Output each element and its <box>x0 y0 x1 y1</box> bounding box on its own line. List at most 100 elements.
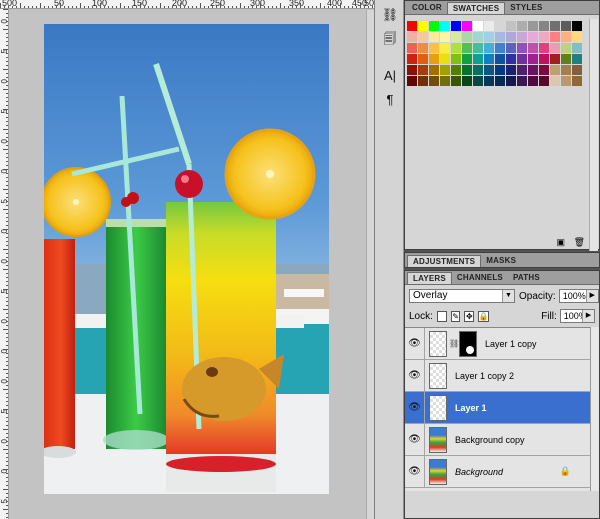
color-swatch[interactable] <box>561 54 571 64</box>
color-swatch[interactable] <box>418 76 428 86</box>
color-swatch[interactable] <box>440 32 450 42</box>
color-swatch[interactable] <box>418 43 428 53</box>
color-swatch[interactable] <box>407 54 417 64</box>
layers-scrollbar[interactable] <box>590 327 599 491</box>
color-swatch[interactable] <box>495 21 505 31</box>
lock-position-icon[interactable]: ✥ <box>464 310 475 322</box>
layer-name[interactable]: Background <box>455 467 503 477</box>
tab-color[interactable]: COLOR <box>407 2 447 14</box>
color-swatch[interactable] <box>550 54 560 64</box>
color-swatch[interactable] <box>407 32 417 42</box>
layer-name[interactable]: Layer 1 copy 2 <box>455 371 514 381</box>
color-swatch[interactable] <box>440 65 450 75</box>
color-swatch[interactable] <box>418 21 428 31</box>
color-swatch[interactable] <box>407 76 417 86</box>
color-swatch[interactable] <box>528 54 538 64</box>
color-swatch[interactable] <box>561 21 571 31</box>
color-swatch[interactable] <box>484 54 494 64</box>
color-swatch[interactable] <box>517 32 527 42</box>
document-image[interactable] <box>44 24 329 494</box>
color-swatch[interactable] <box>495 43 505 53</box>
color-swatch[interactable] <box>539 43 549 53</box>
document-canvas-area[interactable]: 50050100150200250300350400450500 0505005… <box>0 0 374 519</box>
color-swatch[interactable] <box>462 21 472 31</box>
color-swatch[interactable] <box>572 32 582 42</box>
color-swatch[interactable] <box>462 76 472 86</box>
color-swatch[interactable] <box>451 76 461 86</box>
visibility-eye-icon[interactable]: 👁 <box>405 391 425 424</box>
color-swatch[interactable] <box>539 21 549 31</box>
color-swatch[interactable] <box>539 76 549 86</box>
layer-name[interactable]: Background copy <box>455 435 525 445</box>
color-swatch[interactable] <box>473 43 483 53</box>
layer-name[interactable]: Layer 1 <box>455 403 487 413</box>
color-swatch[interactable] <box>572 65 582 75</box>
lock-all-icon[interactable]: 🔒 <box>478 310 490 322</box>
color-swatch[interactable] <box>495 54 505 64</box>
visibility-eye-icon[interactable]: 👁 <box>405 327 425 360</box>
color-swatch[interactable] <box>506 76 516 86</box>
tab-adjustments[interactable]: ADJUSTMENTS <box>407 255 482 267</box>
tab-styles[interactable]: STYLES <box>505 2 547 14</box>
color-swatch[interactable] <box>462 43 472 53</box>
color-swatch[interactable] <box>484 21 494 31</box>
color-swatch[interactable] <box>550 76 560 86</box>
tab-layers[interactable]: LAYERS <box>407 272 452 284</box>
color-swatch[interactable] <box>484 76 494 86</box>
color-swatch[interactable] <box>506 21 516 31</box>
color-swatch[interactable] <box>473 21 483 31</box>
clone-source-icon[interactable]: ⛓ <box>381 6 399 24</box>
mask-link-icon[interactable]: ⛓ <box>449 339 459 348</box>
color-swatch[interactable] <box>517 76 527 86</box>
visibility-eye-icon[interactable]: 👁 <box>405 423 425 456</box>
color-swatch[interactable] <box>473 54 483 64</box>
layer-thumbnail[interactable] <box>429 362 447 389</box>
visibility-eye-icon[interactable]: 👁 <box>405 359 425 392</box>
brush-presets-icon[interactable]: 🗐 <box>381 31 399 50</box>
paragraph-icon[interactable]: ¶ <box>381 90 399 108</box>
color-swatch[interactable] <box>495 76 505 86</box>
color-swatch[interactable] <box>539 32 549 42</box>
color-swatch[interactable] <box>440 43 450 53</box>
color-swatch[interactable] <box>517 21 527 31</box>
layer-thumbnail[interactable] <box>429 426 447 453</box>
color-swatch[interactable] <box>517 65 527 75</box>
new-swatch-icon[interactable]: ▣ <box>556 237 565 248</box>
color-swatch[interactable] <box>528 65 538 75</box>
color-swatch[interactable] <box>561 65 571 75</box>
color-swatch[interactable] <box>506 54 516 64</box>
opacity-input[interactable]: 100% ▶ <box>558 289 599 303</box>
color-swatch[interactable] <box>429 21 439 31</box>
color-swatch[interactable] <box>407 21 417 31</box>
lock-transparent-icon[interactable] <box>436 310 447 322</box>
color-swatch[interactable] <box>528 21 538 31</box>
tab-masks[interactable]: MASKS <box>481 255 521 267</box>
color-swatch[interactable] <box>484 32 494 42</box>
tab-swatches[interactable]: SWATCHES <box>446 2 506 14</box>
color-swatch[interactable] <box>429 65 439 75</box>
layer-name[interactable]: Layer 1 copy <box>485 339 537 349</box>
color-swatch[interactable] <box>429 54 439 64</box>
color-swatch[interactable] <box>572 43 582 53</box>
color-swatch[interactable] <box>517 43 527 53</box>
color-swatch[interactable] <box>418 54 428 64</box>
color-swatch[interactable] <box>407 65 417 75</box>
color-swatch[interactable] <box>451 32 461 42</box>
color-swatch[interactable] <box>440 54 450 64</box>
color-swatch[interactable] <box>517 54 527 64</box>
color-swatch[interactable] <box>451 54 461 64</box>
tab-paths[interactable]: PATHS <box>508 272 545 284</box>
color-swatch[interactable] <box>440 21 450 31</box>
color-swatch[interactable] <box>418 65 428 75</box>
swatches-scrollbar[interactable] <box>589 19 598 251</box>
color-swatch[interactable] <box>550 43 560 53</box>
horizontal-ruler[interactable]: 50050100150200250300350400450500 <box>0 0 374 9</box>
color-swatch[interactable] <box>528 32 538 42</box>
color-swatch[interactable] <box>572 54 582 64</box>
color-swatch[interactable] <box>539 65 549 75</box>
layer-row[interactable]: 👁 ⛓ Layer 1 copy <box>405 327 591 360</box>
color-swatch[interactable] <box>451 65 461 75</box>
color-swatch[interactable] <box>561 76 571 86</box>
color-swatch[interactable] <box>429 32 439 42</box>
lock-image-icon[interactable]: ✎ <box>450 310 461 322</box>
